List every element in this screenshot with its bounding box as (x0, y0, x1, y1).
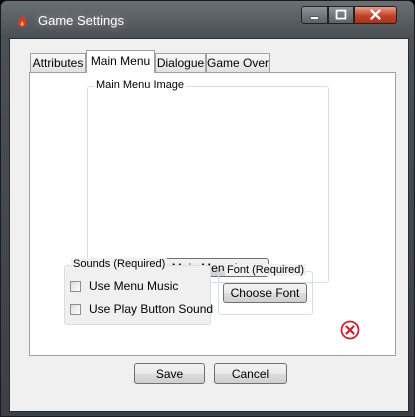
use-menu-music-label: Use Menu Music (89, 279, 179, 293)
use-play-button-sound-option[interactable]: Use Play Button Sound (70, 302, 213, 316)
sounds-legend: Sounds (Required) (71, 258, 168, 270)
choose-font-button[interactable]: Choose Font (223, 283, 307, 303)
tab-dialogue[interactable]: Dialogue (155, 53, 206, 72)
minimize-button[interactable] (301, 6, 328, 24)
tab-main-menu[interactable]: Main Menu (86, 50, 155, 73)
tab-game-over[interactable]: Game Over (206, 53, 270, 72)
window-title: Game Settings (38, 13, 124, 28)
title-bar[interactable]: Game Settings (1, 1, 414, 39)
save-button[interactable]: Save (134, 363, 205, 384)
tab-attributes[interactable]: Attributes (30, 53, 86, 72)
use-play-button-sound-label: Use Play Button Sound (89, 302, 214, 316)
use-play-button-sound-checkbox[interactable] (70, 303, 81, 315)
maximize-icon (335, 9, 347, 20)
use-menu-music-checkbox[interactable] (70, 280, 81, 292)
minimize-icon (310, 16, 319, 20)
main-menu-image-legend: Main Menu Image (94, 79, 187, 91)
maximize-button[interactable] (328, 6, 354, 24)
clear-circle-x-icon[interactable] (340, 320, 360, 340)
font-group: Font (Required) Choose Font (218, 264, 313, 315)
use-menu-music-option[interactable]: Use Menu Music (70, 279, 178, 293)
game-settings-window: Game Settings Attributes Main Menu Dialo… (0, 0, 415, 417)
close-button[interactable] (354, 6, 397, 24)
main-menu-image-group: Main Menu Image Select Main Menu Image (87, 79, 329, 283)
flame-icon (18, 13, 27, 27)
sounds-group: Sounds (Required) Use Menu Music Use Pla… (64, 258, 213, 325)
cancel-button[interactable]: Cancel (214, 363, 287, 384)
close-icon (370, 9, 381, 20)
font-legend: Font (Required) (225, 264, 307, 276)
dialog-client-area: Attributes Main Menu Dialogue Game Over … (9, 38, 409, 412)
